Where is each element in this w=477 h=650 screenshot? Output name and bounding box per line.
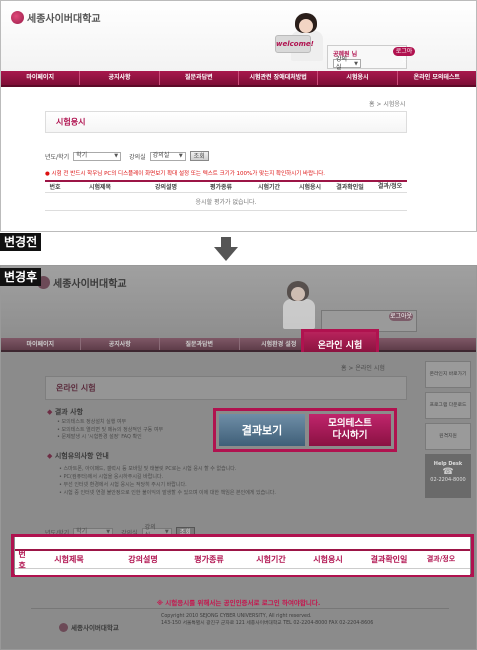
list-item: • PC(컴퓨터)에서 시험을 응시하주시길 바랍니다. bbox=[59, 474, 164, 480]
course-select[interactable]: 강의실 ▼ bbox=[149, 151, 186, 161]
help-desk-phone: 02-2204-8000 bbox=[430, 477, 466, 483]
arrow-down-icon bbox=[214, 237, 238, 261]
col-number: 번호 bbox=[45, 180, 65, 193]
chevron-down-icon: ▼ bbox=[178, 153, 183, 159]
label-before: 변경전 bbox=[0, 233, 42, 251]
chevron-down-icon: ▼ bbox=[114, 153, 119, 159]
list-item: • 문제발생 시 '시험환경 설정' FAQ 확인 bbox=[57, 434, 142, 440]
col-result: 결과/정오 bbox=[426, 555, 456, 563]
classroom-select[interactable]: 강의실 ▼ bbox=[333, 56, 361, 71]
welcome-sign: welcome! bbox=[275, 35, 314, 53]
list-item: • 스마트폰, 아이패드, 갤럭시 등 모바일 및 태블릿 PC로는 시험 응시… bbox=[59, 466, 237, 472]
col-result-date: 결과확인일 bbox=[370, 555, 408, 564]
footer-address: 143-150 서울특별시 광진구 군자로 121 세종사이버대학교 TEL 0… bbox=[161, 621, 374, 626]
before-screenshot: 세종사이버대학교 welcome! 공혜원 님 강의실 ▼ 로그아웃 마이페이지 … bbox=[0, 0, 477, 232]
label-after: 변경후 bbox=[0, 268, 42, 286]
site-logo[interactable]: 세종사이버대학교 bbox=[37, 275, 127, 290]
nav-item-notice[interactable]: 공지사항 bbox=[80, 71, 160, 85]
nav-item-mock-test[interactable]: 온라인 모의테스트 bbox=[398, 71, 476, 85]
nav-item-qna[interactable]: 질문과답변 bbox=[160, 71, 239, 85]
sidebar-item-online[interactable]: 온라인지 바로가기 bbox=[425, 361, 471, 388]
after-screenshot: 세종사이버대학교 로그아웃 마이페이지 공지사항 질문과답변 시험환경 설정 온… bbox=[0, 265, 477, 650]
col-type: 평가종류 bbox=[194, 555, 224, 564]
page-title-box: 온라인 시험 bbox=[45, 376, 407, 400]
col-period: 시험기간 bbox=[256, 555, 286, 564]
col-take-exam: 시험응시 bbox=[313, 555, 343, 564]
welcome-model-image bbox=[279, 281, 319, 331]
filter-row: 년도/학기 학기 ▼ 강의실 강의실 ▼ 조회 bbox=[45, 151, 209, 161]
year-label: 년도/학기 bbox=[45, 153, 70, 161]
col-type: 평가종류 bbox=[197, 180, 245, 193]
list-item: • 무선 인터넷 환경에서 시험 응시는 적당히 주시기 바랍니다. bbox=[59, 482, 187, 488]
nav-item-exam[interactable]: 시험응시 bbox=[318, 71, 398, 85]
exam-table: 번호 시험제목 강의설명 평가종류 시험기간 시험응시 결과확인일 결과/정오 … bbox=[45, 180, 407, 211]
col-result: 결과/정오 bbox=[373, 180, 407, 193]
breadcrumb: 홈 > 시험응시 bbox=[369, 101, 406, 108]
help-desk: Help Desk ☎ 02-2204-8000 bbox=[425, 454, 471, 498]
col-description: 강의설명 bbox=[135, 180, 197, 193]
nav-item-troubleshoot[interactable]: 시험관련 장애대처방법 bbox=[239, 71, 319, 85]
footer-copyright: Copyright 2010 SEJONG CYBER UNIVERSITY, … bbox=[161, 614, 312, 619]
col-number: 번호 bbox=[18, 549, 26, 570]
main-nav: 마이페이지 공지사항 질문과답변 시험관련 장애대처방법 시험응시 온라인 모의… bbox=[1, 71, 476, 87]
table-row: 응시할 평가가 없습니다. bbox=[45, 192, 407, 211]
table-header-row: 번호 시험제목 강의설명 평가종류 시험기간 시험응시 결과확인일 결과/정오 bbox=[15, 549, 470, 570]
col-period: 시험기간 bbox=[245, 180, 293, 193]
col-take-exam: 시험응시 bbox=[293, 180, 327, 193]
col-description: 강의설명 bbox=[128, 555, 158, 564]
list-item: • 모의테스트 열리면 및 메뉴의 정상적인 구동 여부 bbox=[57, 426, 164, 433]
footer-info: Copyright 2010 SEJONG CYBER UNIVERSITY, … bbox=[161, 613, 373, 627]
search-button[interactable]: 조회 bbox=[189, 151, 209, 161]
site-header: 세종사이버대학교 welcome! 공혜원 님 강의실 ▼ 로그아웃 bbox=[1, 1, 476, 71]
year-select[interactable]: 학기 ▼ bbox=[73, 151, 122, 161]
mock-test-retry-button[interactable]: 모의테스트 다시하기 bbox=[309, 414, 391, 446]
col-result-date: 결과확인일 bbox=[327, 180, 373, 193]
section2-list: • 스마트폰, 아이패드, 갤럭시 등 모바일 및 태블릿 PC로는 시험 응시… bbox=[59, 465, 276, 497]
main-nav: 마이페이지 공지사항 질문과답변 시험환경 설정 bbox=[1, 338, 476, 352]
exam-table-header: 번호 시험제목 강의설명 평가종류 시험기간 시험응시 결과확인일 결과/정오 bbox=[15, 537, 470, 575]
col-title: 시험제목 bbox=[65, 180, 135, 193]
quick-sidebar: 온라인지 바로가기 프로그램 다운로드 원격지원 Help Desk ☎ 02-… bbox=[425, 361, 471, 498]
result-view-button[interactable]: 결과보기 bbox=[219, 414, 305, 446]
display-notice: ● 시험 전 반드시 학우님 PC의 디스플레이 화면보기 확대 설정 또는 텍… bbox=[45, 171, 326, 177]
course-label: 강의실 bbox=[129, 153, 146, 161]
list-item: • 모의테스트 정상설치 실행 여부 bbox=[57, 419, 127, 425]
nav-item-qna[interactable]: 질문과답변 bbox=[160, 338, 240, 350]
site-header: 세종사이버대학교 로그아웃 bbox=[1, 266, 476, 338]
nav-item-mypage[interactable]: 마이페이지 bbox=[1, 338, 81, 350]
col-title: 시험제목 bbox=[54, 555, 84, 564]
sidebar-item-download[interactable]: 프로그램 다운로드 bbox=[425, 392, 471, 419]
breadcrumb: 홈 > 온라인 시험 bbox=[341, 365, 385, 372]
logo-icon bbox=[11, 11, 24, 24]
logout-button[interactable]: 로그아웃 bbox=[389, 312, 413, 321]
phone-icon: ☎ bbox=[442, 467, 454, 477]
empty-message: 응시할 평가가 없습니다. bbox=[45, 192, 407, 211]
list-item: • 시험 중 인터넷 연결 불안정으로 인한 불이익의 발생할 수 있으며 이에… bbox=[59, 490, 276, 496]
section2-title: ◆ 시험유의사항 안내 bbox=[47, 452, 109, 460]
sidebar-item-remote[interactable]: 원격지원 bbox=[425, 423, 471, 450]
welcome-model-image: welcome! bbox=[275, 13, 327, 63]
site-logo[interactable]: 세종사이버대학교 bbox=[11, 10, 101, 25]
nav-item-notice[interactable]: 공지사항 bbox=[81, 338, 160, 350]
footer-warning: ※ 시험응시를 위해서는 공인인증서로 로그인 하여야합니다. bbox=[156, 599, 321, 607]
footer-divider bbox=[31, 608, 449, 609]
logo-icon bbox=[59, 622, 68, 632]
footer-logo: 세종사이버대학교 bbox=[59, 622, 119, 632]
table-header-row: 번호 시험제목 강의설명 평가종류 시험기간 시험응시 결과확인일 결과/정오 bbox=[45, 180, 407, 193]
section1-title: ◆ 결과 사항 bbox=[47, 408, 84, 416]
page-title: 온라인 시험 bbox=[56, 383, 96, 393]
logout-button[interactable]: 로그아웃 bbox=[393, 47, 415, 64]
nav-item-mypage[interactable]: 마이페이지 bbox=[1, 71, 81, 85]
page-title-box: 시험응시 bbox=[45, 111, 407, 133]
section1-list: • 모의테스트 정상설치 실행 여부 • 모의테스트 열리면 및 메뉴의 정상적… bbox=[57, 419, 163, 442]
page-title: 시험응시 bbox=[56, 117, 86, 127]
